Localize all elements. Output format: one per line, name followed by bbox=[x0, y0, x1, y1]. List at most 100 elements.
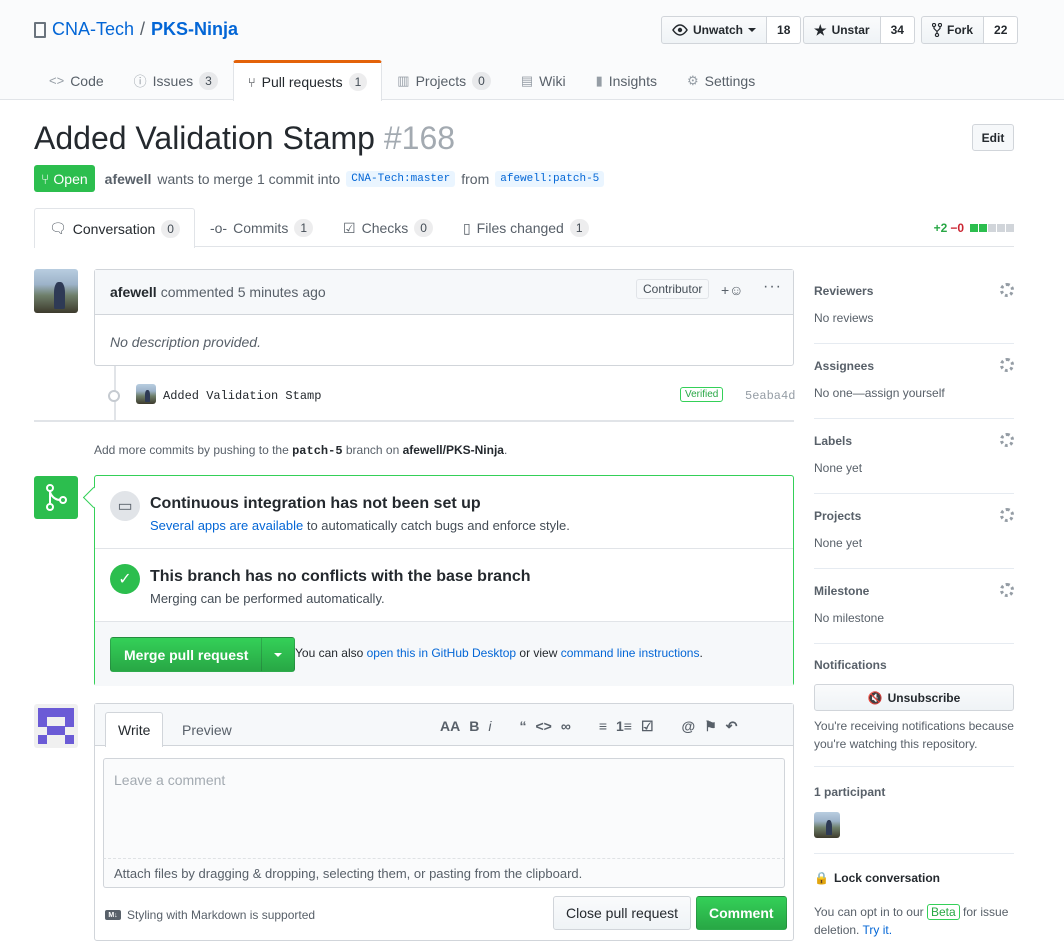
italic-icon[interactable]: i bbox=[488, 718, 491, 735]
reply-icon[interactable]: ↶ bbox=[726, 718, 738, 735]
tab-conversation[interactable]: 🗨 Conversation 0 bbox=[34, 208, 195, 248]
checks-counter: 0 bbox=[414, 219, 433, 237]
comment-author[interactable]: afewell bbox=[110, 284, 157, 300]
verified-badge[interactable]: Verified bbox=[680, 387, 724, 402]
tab-files-changed[interactable]: ▯ Files changed 1 bbox=[448, 208, 604, 247]
command-line-link[interactable]: command line instructions bbox=[561, 646, 700, 660]
repo-owner-link[interactable]: CNA-Tech bbox=[52, 19, 134, 40]
tab-insights[interactable]: ▮ Insights bbox=[581, 60, 672, 100]
task-list-icon[interactable]: ☑ bbox=[641, 718, 654, 735]
tab-code[interactable]: <> Code bbox=[34, 60, 119, 100]
fork-label: Fork bbox=[947, 23, 974, 37]
reviewers-value: No reviews bbox=[814, 311, 874, 325]
code-icon[interactable]: <> bbox=[535, 718, 551, 735]
participant-avatar[interactable] bbox=[814, 812, 840, 838]
attach-files-area[interactable]: Attach files by dragging & dropping, sel… bbox=[103, 858, 785, 888]
header-icon[interactable]: AA bbox=[440, 718, 460, 735]
tab-projects[interactable]: ▥ Projects 0 bbox=[382, 60, 506, 100]
commit-avatar[interactable] bbox=[136, 384, 156, 404]
tab-settings[interactable]: ⚙ Settings bbox=[672, 60, 770, 100]
sidebar-item-labels: Labels None yet bbox=[814, 419, 1014, 494]
fork-button[interactable]: Fork bbox=[921, 16, 985, 44]
head-branch[interactable]: afewell:patch-5 bbox=[495, 170, 605, 187]
base-branch[interactable]: CNA-Tech:master bbox=[346, 170, 456, 187]
bookmark-icon[interactable]: ⚑ bbox=[704, 718, 717, 735]
diffstat: +2 −0 bbox=[934, 221, 1014, 235]
unordered-list-icon[interactable]: ≡ bbox=[599, 718, 607, 735]
push-hint: Add more commits by pushing to the patch… bbox=[94, 443, 507, 458]
comment-button[interactable]: Comment bbox=[696, 896, 787, 930]
labels-label[interactable]: Labels bbox=[814, 434, 852, 448]
projects-label[interactable]: Projects bbox=[814, 509, 861, 523]
commit-sha[interactable]: 5eaba4d bbox=[745, 389, 795, 403]
push-hint-middle: branch on bbox=[345, 443, 400, 457]
markdown-icon: M↓ bbox=[105, 910, 121, 920]
gear-icon[interactable] bbox=[1000, 583, 1014, 597]
tab-commits[interactable]: -o- Commits 1 bbox=[195, 208, 328, 247]
merge-pull-request-button[interactable]: Merge pull request bbox=[110, 637, 263, 672]
tab-pull-requests[interactable]: ⑂ Pull requests 1 bbox=[232, 60, 383, 101]
tab-issues[interactable]: ⓘ Issues 3 bbox=[119, 60, 233, 100]
checklist-icon: ☑ bbox=[343, 219, 356, 236]
mention-icon[interactable]: @ bbox=[682, 718, 696, 735]
gear-icon[interactable] bbox=[1000, 508, 1014, 522]
gear-icon[interactable] bbox=[1000, 283, 1014, 297]
tab-checks[interactable]: ☑ Checks 0 bbox=[328, 208, 448, 247]
assignees-value[interactable]: No one—assign yourself bbox=[814, 386, 945, 400]
close-pull-request-button[interactable]: Close pull request bbox=[553, 896, 692, 930]
apps-available-link[interactable]: Several apps are available bbox=[150, 518, 303, 533]
commit-message[interactable]: Added Validation Stamp bbox=[163, 389, 321, 403]
link-icon[interactable]: ∞ bbox=[561, 718, 571, 735]
pull-request-icon: ⑂ bbox=[41, 170, 50, 187]
try-it-link[interactable]: Try it. bbox=[863, 923, 893, 937]
assignees-label[interactable]: Assignees bbox=[814, 359, 874, 373]
forks-count[interactable]: 22 bbox=[984, 16, 1019, 44]
github-desktop-link[interactable]: open this in GitHub Desktop bbox=[367, 646, 516, 660]
pr-tabs: 🗨 Conversation 0 -o- Commits 1 ☑ Checks … bbox=[34, 208, 1014, 248]
stargazers-count[interactable]: 34 bbox=[880, 16, 915, 44]
reviewers-label[interactable]: Reviewers bbox=[814, 284, 873, 298]
diffstat-block bbox=[997, 224, 1005, 232]
conversation-counter: 0 bbox=[161, 219, 180, 238]
milestone-label[interactable]: Milestone bbox=[814, 584, 869, 598]
chevron-down-icon bbox=[748, 28, 757, 32]
ordered-list-icon[interactable]: 1≡ bbox=[616, 718, 632, 735]
more-options-icon[interactable]: ··· bbox=[763, 278, 782, 296]
bold-icon[interactable]: B bbox=[469, 718, 479, 735]
conflict-text: Merging can be performed automatically. bbox=[150, 591, 385, 606]
tab-write[interactable]: Write bbox=[105, 712, 164, 747]
unstar-button[interactable]: ★ Unstar bbox=[803, 16, 881, 44]
user-avatar[interactable] bbox=[34, 704, 78, 748]
watchers-count[interactable]: 18 bbox=[767, 16, 802, 44]
tab-preview[interactable]: Preview bbox=[170, 712, 244, 747]
pr-author-link[interactable]: afewell bbox=[105, 171, 152, 187]
comment-textarea[interactable]: Leave a comment bbox=[103, 758, 785, 858]
pr-title-text: Added Validation Stamp bbox=[34, 120, 375, 156]
gear-icon[interactable] bbox=[1000, 358, 1014, 372]
status-badge: ⑂ Open bbox=[34, 165, 95, 192]
divider bbox=[34, 420, 794, 422]
markdown-hint[interactable]: M↓ Styling with Markdown is supported bbox=[105, 908, 315, 922]
tab-files-label: Files changed bbox=[476, 220, 564, 236]
avatar[interactable] bbox=[34, 269, 78, 313]
ci-status: ▭ Continuous integration has not been se… bbox=[95, 476, 793, 549]
ci-text: to automatically catch bugs and enforce … bbox=[306, 518, 570, 533]
tab-commits-label: Commits bbox=[233, 220, 289, 236]
unsubscribe-button[interactable]: 🔇 Unsubscribe bbox=[814, 684, 1014, 711]
quote-icon[interactable]: “ bbox=[519, 718, 526, 735]
pr-number: #168 bbox=[383, 120, 456, 156]
repo-name-link[interactable]: PKS-Ninja bbox=[151, 19, 238, 40]
unwatch-button[interactable]: Unwatch bbox=[661, 16, 768, 44]
merge-button-group: Merge pull request bbox=[110, 637, 296, 672]
fork-icon bbox=[932, 23, 942, 37]
tab-issues-label: Issues bbox=[152, 72, 194, 89]
gear-icon[interactable] bbox=[1000, 433, 1014, 447]
edit-title-button[interactable]: Edit bbox=[972, 124, 1014, 151]
tab-wiki[interactable]: ▤ Wiki bbox=[506, 60, 581, 100]
mute-icon: 🔇 bbox=[867, 690, 883, 705]
merge-method-dropdown[interactable] bbox=[262, 637, 296, 672]
from-text: from bbox=[461, 170, 490, 187]
add-reaction-icon[interactable]: +☺ bbox=[721, 282, 743, 298]
lock-conversation[interactable]: 🔒 Lock conversation bbox=[814, 871, 940, 885]
ci-subtitle: Several apps are available to automatica… bbox=[150, 518, 570, 533]
